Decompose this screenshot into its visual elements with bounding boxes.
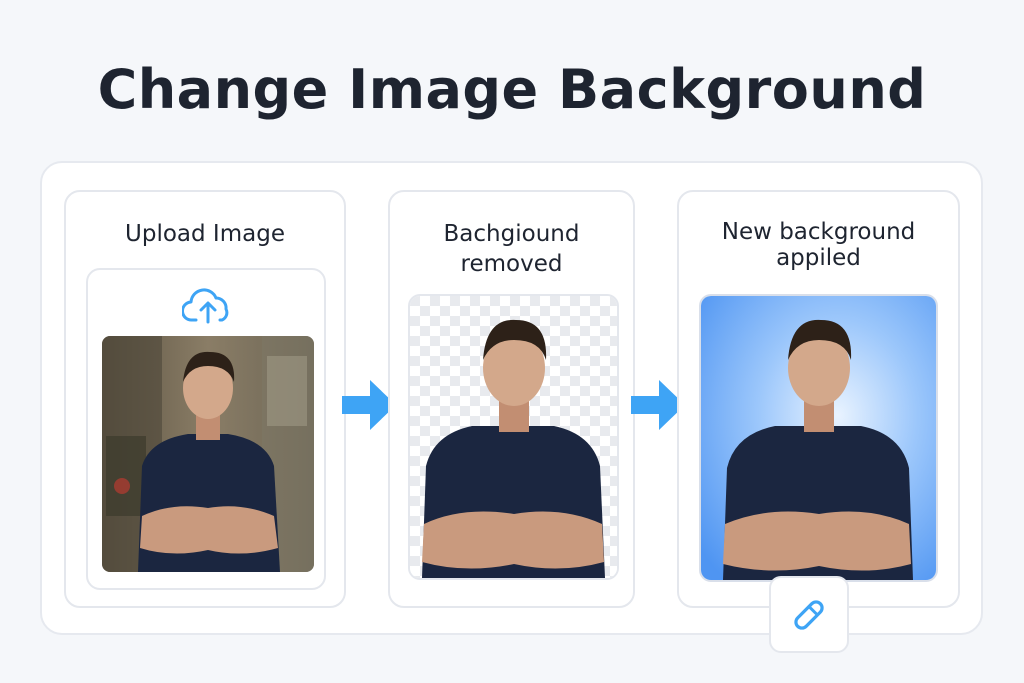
step-new-bg-title-line2: appiled [776, 245, 861, 271]
step-new-bg-card: New background appiled [677, 190, 960, 608]
step-removed-card: Bachgiound removed [388, 190, 635, 608]
edit-button[interactable] [769, 576, 849, 653]
step-new-bg-title-line1: New background [721, 219, 916, 245]
pencil-icon [794, 599, 824, 630]
step-upload-title: Upload Image [125, 221, 285, 247]
step-upload-card: Upload Image [64, 190, 346, 608]
upload-cloud-icon[interactable] [182, 286, 234, 326]
step-removed-title-line2: removed [460, 251, 563, 277]
new-background-preview [699, 294, 938, 582]
upload-dropzone[interactable] [86, 268, 326, 590]
page-title: Change Image Background [97, 58, 927, 121]
step-removed-title-line1: Bachgiound [443, 221, 580, 247]
cutout-preview [408, 294, 619, 580]
original-photo [102, 336, 314, 572]
